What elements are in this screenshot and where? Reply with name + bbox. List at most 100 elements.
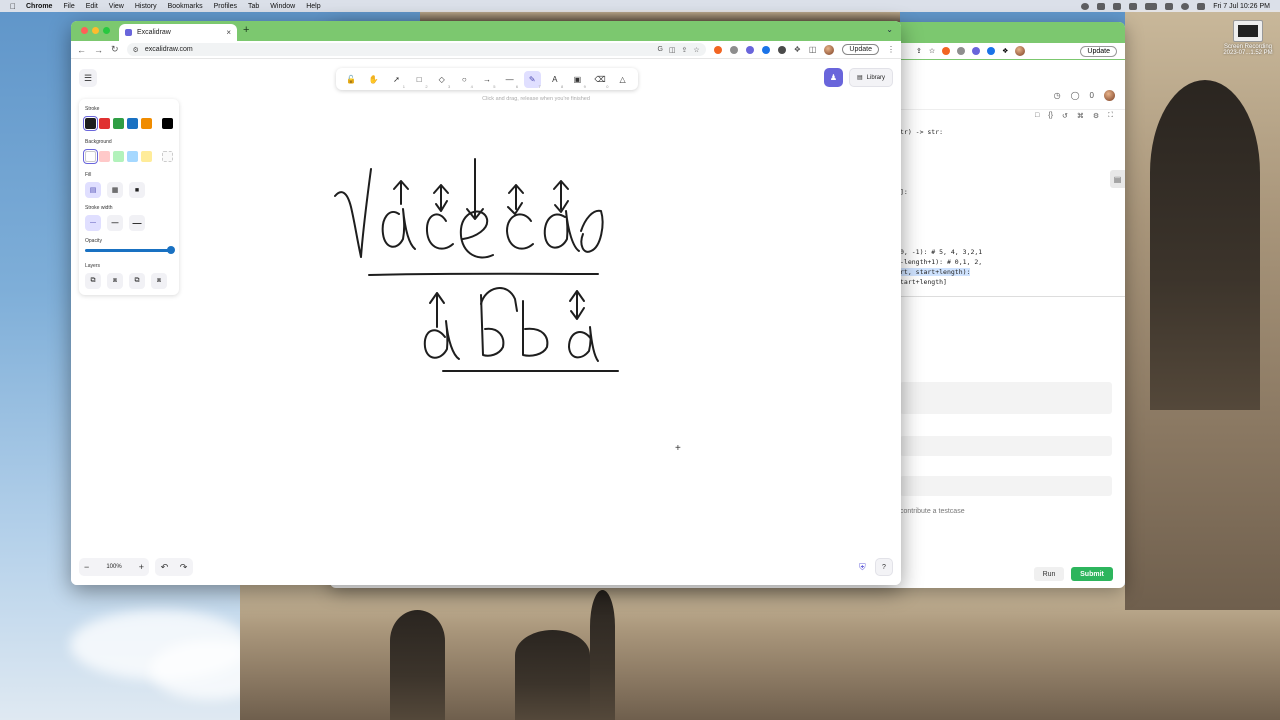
menu-item-bookmarks[interactable]: Bookmarks (168, 3, 203, 10)
caron-arrow-stroke (569, 290, 585, 320)
star-icon[interactable]: ☆ (693, 46, 699, 54)
zoom-level[interactable]: 100% (106, 564, 121, 570)
undo-button[interactable]: ↶ (161, 562, 169, 573)
menu-item-window[interactable]: Window (270, 3, 295, 10)
tab-search-icon[interactable]: ⌄ (886, 25, 893, 34)
profile-avatar[interactable] (824, 44, 835, 55)
wifi-icon[interactable] (1165, 2, 1174, 10)
extension-icon[interactable] (957, 47, 966, 55)
status-icon[interactable] (1097, 2, 1106, 10)
bookmark-icon[interactable]: □ (1035, 112, 1039, 128)
share-icon[interactable]: ⇪ (916, 47, 922, 55)
url-text: excalidraw.com (144, 46, 193, 53)
menu-item-file[interactable]: File (63, 3, 74, 10)
freehand-drawing[interactable] (71, 59, 901, 585)
menu-item-help[interactable]: Help (306, 3, 320, 10)
forward-icon[interactable]: → (94, 45, 103, 55)
testcase-input[interactable] (900, 436, 1112, 456)
braces-icon[interactable]: {} (1048, 112, 1053, 128)
swap-arc-stroke (480, 287, 518, 312)
extension-icon[interactable] (713, 45, 722, 54)
help-button[interactable]: ? (875, 558, 893, 576)
colosseum-arch (590, 590, 615, 720)
code-line: 0, -1): # 5, 4, 3,2,1 (900, 248, 983, 256)
profile-avatar[interactable] (1015, 46, 1026, 56)
timer-icon[interactable]: ◷ (1054, 91, 1061, 100)
reset-icon[interactable]: ↺ (1062, 112, 1068, 128)
drawing-canvas[interactable]: ☰ 🔓 ✋ ➚ 1 □ 2 ◇ 3 ○ 4 → 5 —6 ✎ 7 A8 ▣ 9 ⌫ 0 △ Cl… (71, 59, 901, 585)
close-tab-icon[interactable]: × (226, 28, 231, 37)
letter-stroke (522, 300, 549, 357)
sidepanel-icon[interactable]: ◫ (809, 45, 817, 54)
new-tab-icon[interactable]: + (243, 24, 249, 36)
menu-item-tab[interactable]: Tab (248, 3, 259, 10)
back-icon[interactable]: ← (77, 45, 86, 55)
install-icon[interactable]: ◫ (669, 46, 676, 54)
extension-icon[interactable] (745, 45, 754, 54)
minimize-window-icon[interactable] (92, 27, 99, 34)
letter-stroke (506, 213, 534, 250)
control-center-icon[interactable] (1197, 2, 1206, 10)
menu-item-history[interactable]: History (135, 3, 157, 10)
desktop-file-icon[interactable]: Screen Recording 2023-07...1.52 PM (1222, 20, 1274, 56)
tab-title: Excalidraw (137, 29, 171, 36)
zoom-out-button[interactable]: − (84, 562, 89, 572)
menu-item-view[interactable]: View (109, 3, 124, 10)
menu-item-profiles[interactable]: Profiles (214, 3, 237, 10)
panel-divider[interactable] (900, 296, 1125, 297)
question-icon: ? (882, 563, 886, 571)
extension-icon[interactable] (972, 47, 981, 55)
caron-arrow-stroke (507, 184, 524, 215)
search-icon[interactable] (1181, 2, 1190, 10)
extension-icon[interactable] (942, 47, 951, 55)
code-line: rt, start+length): (900, 268, 971, 276)
update-button[interactable]: Update (842, 44, 879, 55)
history-controls: ↶ ↷ (155, 558, 193, 576)
excalidraw-window[interactable]: Excalidraw × + ⌄ ← → ↻ ⚙ excalidraw.com … (71, 21, 901, 585)
letter-stroke (423, 320, 460, 360)
menu-app-name[interactable]: Chrome (26, 3, 52, 10)
shortcut-icon[interactable]: ⌘ (1077, 112, 1084, 128)
puzzle-icon[interactable]: ❖ (794, 45, 801, 54)
update-button[interactable]: Update (1080, 45, 1117, 57)
extension-icon[interactable] (987, 47, 996, 55)
fire-icon[interactable]: ◯ (1071, 91, 1080, 100)
tab-strip: Excalidraw × + ⌄ (71, 21, 901, 41)
testcase-input[interactable] (900, 476, 1112, 496)
reload-icon[interactable]: ↻ (111, 44, 119, 55)
settings-icon[interactable]: ⚙ (1093, 112, 1099, 128)
puzzle-icon[interactable]: ❖ (1002, 47, 1008, 55)
star-icon[interactable]: ☆ (929, 47, 935, 55)
battery-icon[interactable] (1145, 2, 1158, 10)
code-editor[interactable]: tr) -> str: ]: 0, -1): # 5, 4, 3,2,1 -le… (900, 128, 1115, 294)
share-icon[interactable]: ⇪ (682, 46, 688, 54)
menu-clock[interactable]: Fri 7 Jul 10:26 PM (1213, 3, 1270, 10)
letter-stroke (580, 209, 604, 253)
code-line: tr) -> str: (900, 128, 944, 136)
record-icon[interactable] (1081, 2, 1090, 10)
extension-icon[interactable] (761, 45, 770, 54)
submit-button[interactable]: Submit (1071, 567, 1113, 581)
zoom-window-icon[interactable] (103, 27, 110, 34)
run-button[interactable]: Run (1034, 567, 1064, 581)
menu-item-edit[interactable]: Edit (86, 3, 98, 10)
user-avatar[interactable] (1104, 90, 1115, 101)
extension-icon[interactable] (777, 45, 786, 54)
tab-excalidraw[interactable]: Excalidraw × (119, 24, 237, 41)
zoom-in-button[interactable]: + (139, 562, 144, 572)
close-window-icon[interactable] (81, 27, 88, 34)
google-icon[interactable]: G (657, 46, 662, 53)
contribute-testcase-link[interactable]: contribute a testcase (900, 508, 965, 515)
status-icon[interactable] (1129, 2, 1138, 10)
redo-button[interactable]: ↷ (180, 562, 188, 573)
status-icon[interactable] (1113, 2, 1122, 10)
site-info-icon[interactable]: ⚙ (133, 46, 139, 54)
expand-icon[interactable]: ⛶ (1108, 112, 1113, 128)
apple-icon[interactable]:  (10, 2, 16, 11)
more-icon[interactable]: ⋮ (887, 45, 895, 54)
extension-icon[interactable] (729, 45, 738, 54)
testcase-input[interactable] (900, 382, 1112, 414)
address-bar[interactable]: ⚙ excalidraw.com G ◫ ⇪ ☆ (126, 43, 706, 56)
encryption-shield-icon[interactable]: ⛨ (859, 562, 866, 573)
notes-icon[interactable]: ▤ (1110, 170, 1125, 188)
